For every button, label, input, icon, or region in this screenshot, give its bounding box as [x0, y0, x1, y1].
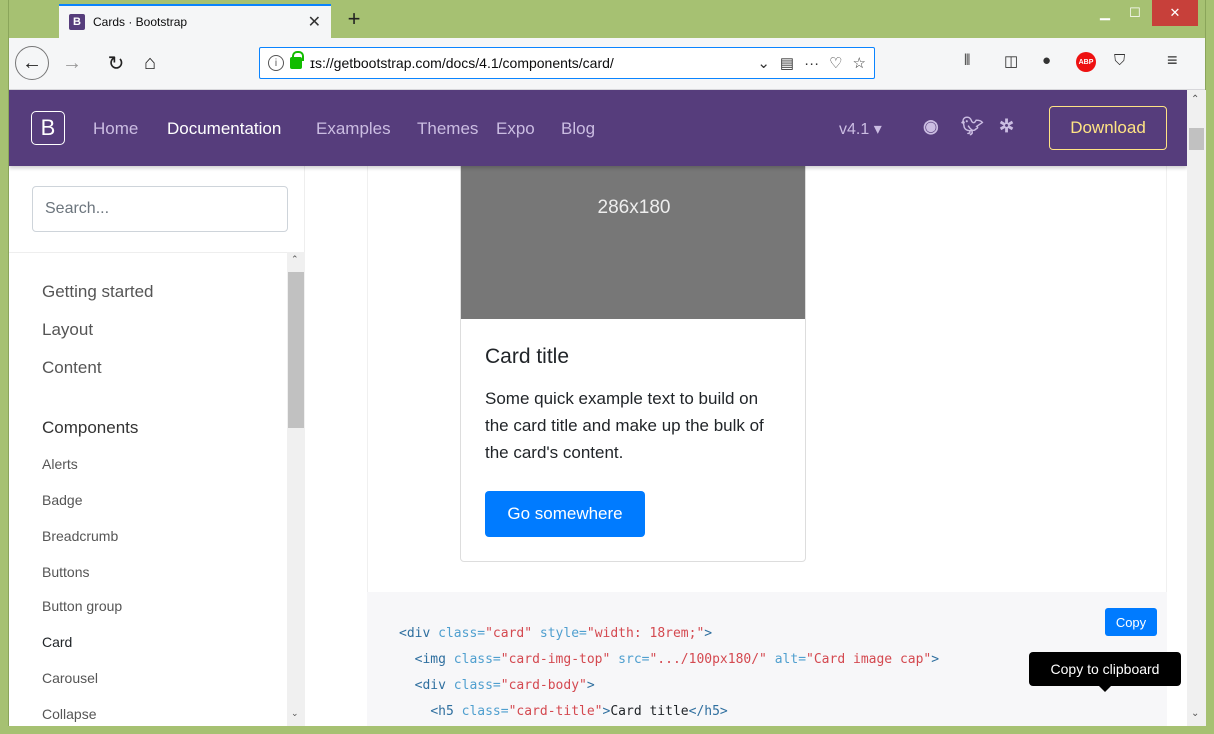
- scroll-down-icon[interactable]: ⌄: [291, 708, 299, 719]
- card-image-placeholder: 286x180: [461, 157, 805, 319]
- code-line-3: <div class="card-body">: [414, 678, 595, 693]
- sidebar-item-alerts[interactable]: Alerts: [42, 456, 78, 472]
- nav-expo[interactable]: Expo: [496, 119, 535, 139]
- version-dropdown[interactable]: v4.1 ▾: [839, 119, 882, 139]
- nav-home[interactable]: Home: [93, 119, 138, 139]
- page-scroll-thumb[interactable]: [1189, 128, 1204, 150]
- card-example: 286x180 Card title Some quick example te…: [460, 156, 806, 562]
- bootstrap-navbar: B Home Documentation Examples Themes Exp…: [9, 90, 1187, 166]
- url-text[interactable]: ɪs://getbootstrap.com/docs/4.1/component…: [310, 55, 747, 71]
- search-input[interactable]: Search...: [32, 186, 288, 232]
- page-scrollbar[interactable]: ⌃ ⌄: [1187, 90, 1206, 726]
- copy-tooltip: Copy to clipboard: [1029, 652, 1181, 692]
- reader-view-icon[interactable]: ▤: [780, 54, 794, 72]
- dropdown-icon[interactable]: ⌄: [757, 54, 770, 72]
- main-content: 286x180 Card title Some quick example te…: [305, 156, 1187, 726]
- sidebar-group-getting-started[interactable]: Getting started: [42, 282, 154, 302]
- card-title: Card title: [485, 345, 570, 368]
- sidebar-item-breadcrumb[interactable]: Breadcrumb: [42, 528, 118, 544]
- sidebar-item-button-group[interactable]: Button group: [42, 598, 122, 614]
- adblock-icon[interactable]: ABP: [1076, 52, 1096, 72]
- bookmark-star-icon[interactable]: ☆: [853, 54, 866, 72]
- sidebar-scrollbar[interactable]: ⌃ ⌄: [287, 252, 305, 726]
- home-button[interactable]: ⌂: [133, 46, 167, 80]
- sidebar-group-layout[interactable]: Layout: [42, 320, 93, 340]
- title-bar: B Cards · Bootstrap ✕ + ▁ ☐ ✕: [9, 0, 1205, 38]
- docs-sidebar: Search... ⌃ ⌄ Getting started Layout Con…: [9, 166, 305, 726]
- browser-tab[interactable]: B Cards · Bootstrap ✕: [59, 4, 331, 38]
- sidebar-toggle-icon[interactable]: ◫: [1004, 52, 1018, 70]
- sidebar-divider: [9, 252, 305, 253]
- sidebar-item-buttons[interactable]: Buttons: [42, 564, 89, 580]
- lock-icon: [290, 51, 304, 69]
- close-window-button[interactable]: ✕: [1152, 0, 1198, 26]
- pocket-icon[interactable]: ♡: [829, 54, 842, 72]
- sidebar-scroll-thumb[interactable]: [288, 272, 304, 428]
- info-icon[interactable]: i: [268, 55, 284, 71]
- scroll-up-icon[interactable]: ⌃: [291, 254, 299, 265]
- download-button[interactable]: Download: [1049, 106, 1167, 150]
- page-scroll-down-icon[interactable]: ⌄: [1191, 708, 1199, 719]
- nav-documentation[interactable]: Documentation: [167, 119, 281, 139]
- library-icon[interactable]: ⫴: [964, 52, 970, 69]
- tab-close-icon[interactable]: ✕: [308, 12, 321, 32]
- shield-icon[interactable]: ⛉: [1114, 52, 1125, 69]
- maximize-button[interactable]: ☐: [1121, 0, 1149, 26]
- nav-blog[interactable]: Blog: [561, 119, 595, 139]
- code-line-1: <div class="card" style="width: 18rem;">: [399, 626, 713, 641]
- copy-button[interactable]: Copy: [1105, 608, 1157, 636]
- page-actions-icon[interactable]: ···: [804, 55, 819, 72]
- forward-button[interactable]: →: [55, 46, 89, 80]
- page-viewport: B Home Documentation Examples Themes Exp…: [9, 90, 1187, 726]
- code-line-2: <img class="card-img-top" src=".../100px…: [414, 652, 940, 667]
- nav-themes[interactable]: Themes: [417, 119, 478, 139]
- reload-button[interactable]: ↻: [99, 46, 133, 80]
- sidebar-item-carousel[interactable]: Carousel: [42, 670, 98, 686]
- github-icon[interactable]: ◉: [923, 116, 939, 137]
- sidebar-group-content[interactable]: Content: [42, 358, 102, 378]
- card-image-label: 286x180: [597, 197, 671, 218]
- back-button[interactable]: ←: [15, 46, 49, 80]
- nav-toolbar: ← → ↻ ⌂ i ɪs://getbootstrap.com/docs/4.1…: [9, 38, 1205, 90]
- example-preview: 286x180 Card title Some quick example te…: [367, 156, 1167, 592]
- tab-title: Cards · Bootstrap: [93, 15, 188, 29]
- url-bar[interactable]: i ɪs://getbootstrap.com/docs/4.1/compone…: [259, 47, 875, 79]
- nav-examples[interactable]: Examples: [316, 119, 391, 139]
- slack-icon[interactable]: ✲: [999, 116, 1014, 137]
- sidebar-group-components[interactable]: Components: [42, 418, 138, 438]
- go-somewhere-button[interactable]: Go somewhere: [485, 491, 645, 537]
- sidebar-item-collapse[interactable]: Collapse: [42, 706, 96, 722]
- page-scroll-up-icon[interactable]: ⌃: [1191, 94, 1199, 105]
- code-line-4: <h5 class="card-title">Card title</h5>: [430, 704, 728, 719]
- browser-window: B Cards · Bootstrap ✕ + ▁ ☐ ✕ ← → ↻ ⌂ i …: [8, 0, 1206, 726]
- sidebar-item-card[interactable]: Card: [42, 634, 72, 650]
- bootstrap-favicon-icon: B: [69, 14, 85, 30]
- extension-icon[interactable]: ●: [1042, 52, 1051, 69]
- sidebar-item-badge[interactable]: Badge: [42, 492, 82, 508]
- card-text: Some quick example text to build on the …: [485, 389, 764, 463]
- bootstrap-logo[interactable]: B: [31, 111, 65, 145]
- twitter-icon[interactable]: 🐦︎: [961, 116, 984, 137]
- new-tab-button[interactable]: +: [339, 4, 369, 34]
- menu-icon[interactable]: ≡: [1167, 50, 1178, 71]
- minimize-button[interactable]: ▁: [1091, 0, 1119, 26]
